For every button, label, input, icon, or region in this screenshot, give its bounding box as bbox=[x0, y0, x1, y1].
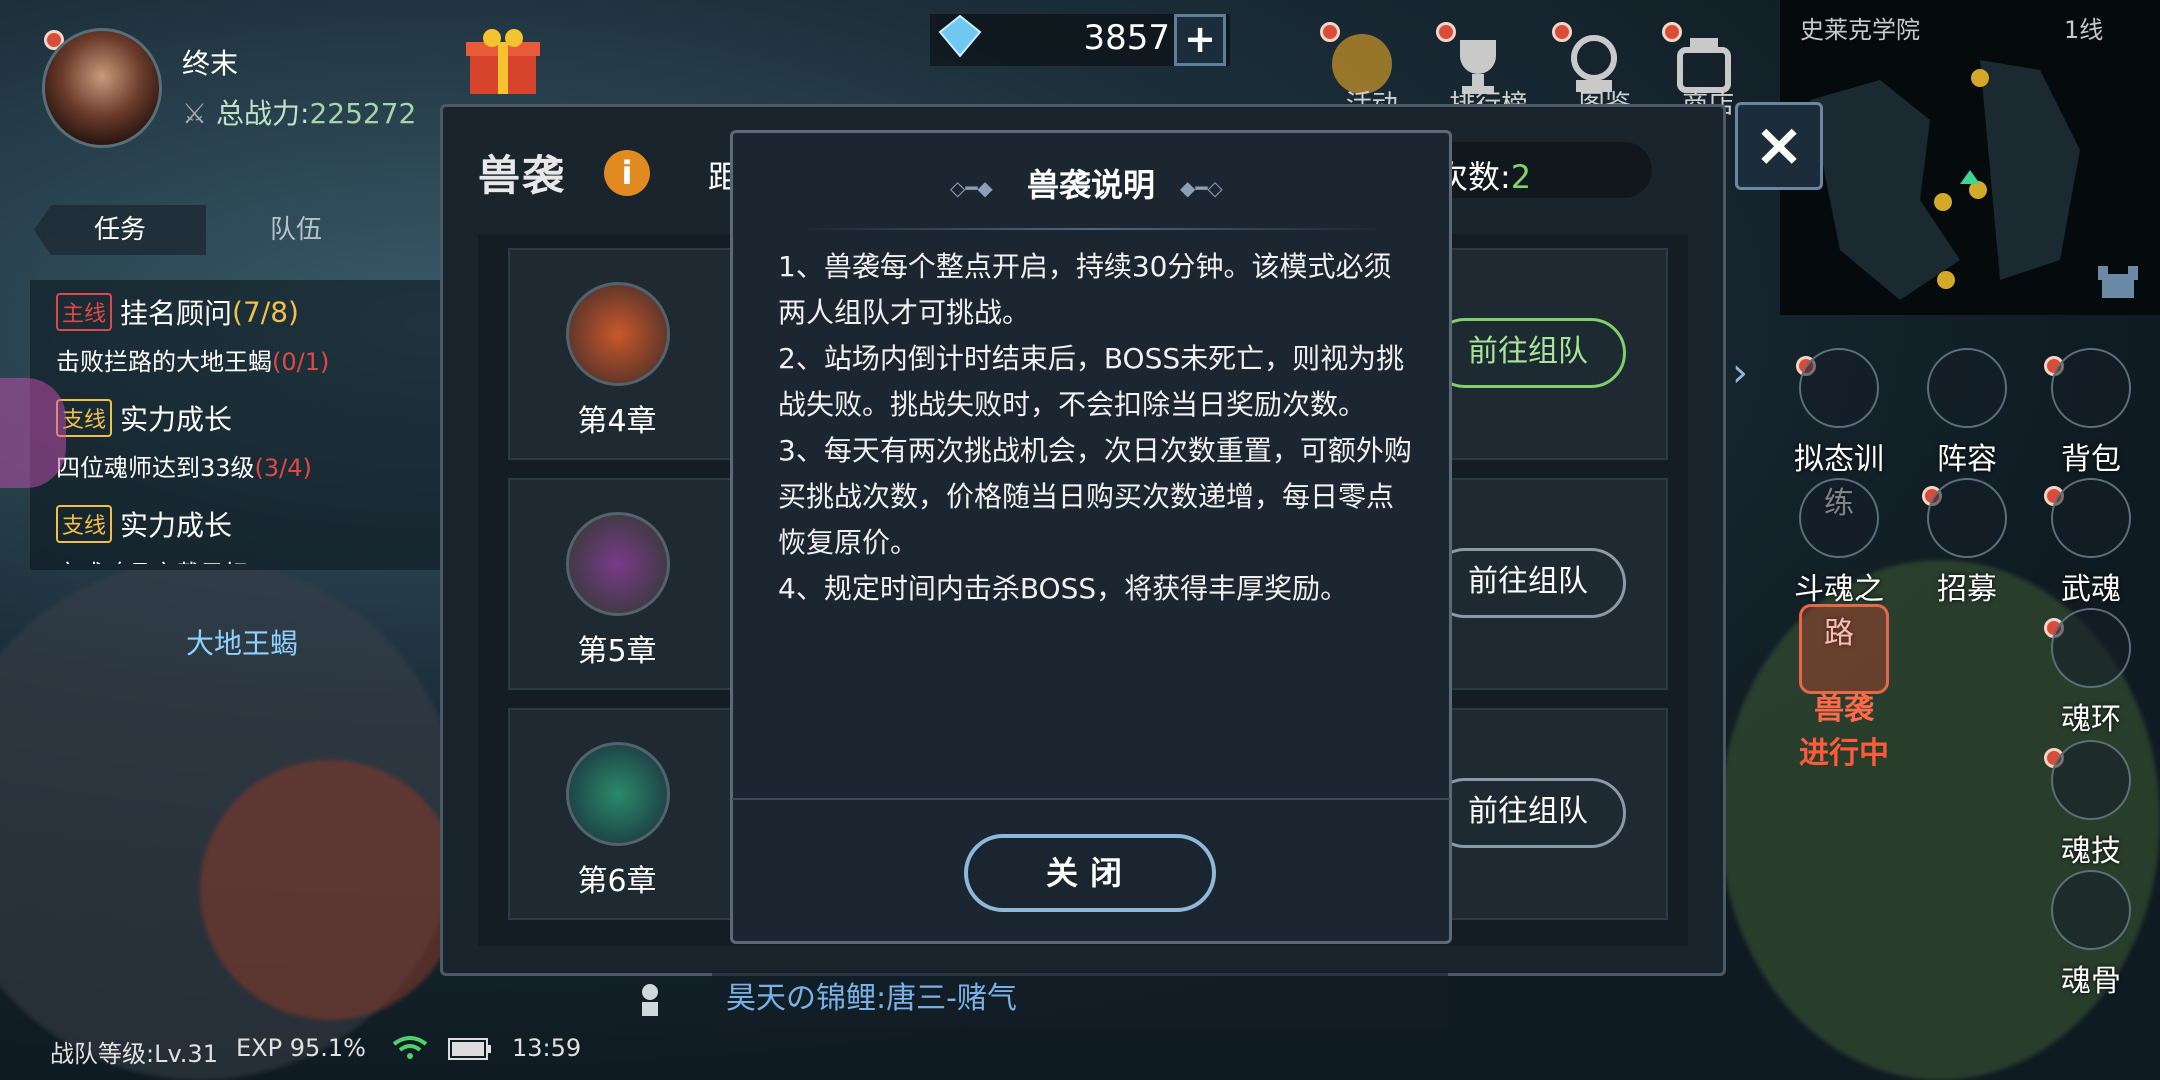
scene-flower bbox=[200, 760, 460, 1020]
menu-backpack[interactable]: 背包 bbox=[2036, 348, 2146, 478]
quest-item[interactable]: 支线实力成长 完成魂骨穿戴目标 bbox=[56, 504, 436, 564]
menu-label: 背包 bbox=[2061, 442, 2121, 477]
goto-team-button[interactable]: 前往组队 bbox=[1430, 548, 1626, 618]
soul-ring-icon bbox=[2051, 608, 2131, 688]
lineup-icon bbox=[1927, 348, 2007, 428]
quest-title: 实力成长 bbox=[120, 509, 233, 542]
menu-label: 阵容 bbox=[1937, 442, 1997, 477]
beast-raid-icon bbox=[1799, 604, 1889, 694]
beast-raid-label: 兽袭 bbox=[1814, 692, 1874, 727]
soul-bone-icon bbox=[2051, 870, 2131, 950]
quest-desc: 四位魂师达到33级(3/4) bbox=[56, 454, 312, 482]
backpack-icon bbox=[2051, 348, 2131, 428]
menu-label: 武魂 bbox=[2061, 572, 2121, 607]
chapter-label: 第6章 bbox=[577, 864, 657, 899]
chevron-right-icon[interactable]: › bbox=[1732, 350, 1762, 410]
quest-title: 实力成长 bbox=[120, 403, 233, 436]
recruit-icon bbox=[1927, 478, 2007, 558]
power-value: 225272 bbox=[309, 97, 417, 130]
chapter-boss-icon bbox=[566, 512, 670, 616]
map-line: 1线 bbox=[2064, 16, 2104, 44]
chapter-label: 第4章 bbox=[577, 404, 657, 439]
close-panel-button[interactable]: × bbox=[1735, 102, 1823, 190]
beast-raid-entry[interactable]: 兽袭 进行中 bbox=[1784, 604, 1904, 772]
menu-soul-bone[interactable]: 魂骨 bbox=[2036, 870, 2146, 1000]
mimic-training-icon bbox=[1799, 348, 1879, 428]
side-event-icon[interactable] bbox=[0, 378, 66, 488]
chapter-label: 第5章 bbox=[577, 634, 657, 669]
chat-icon[interactable] bbox=[630, 980, 670, 1020]
menu-label: 魂环 bbox=[2061, 702, 2121, 737]
chapter-boss-icon bbox=[566, 742, 670, 846]
rule-line: 4、规定时间内击杀BOSS，将获得丰厚奖励。 bbox=[778, 572, 1349, 605]
power-label: 总战力: bbox=[216, 97, 310, 130]
quest-desc: 完成魂骨穿戴目标 bbox=[56, 554, 436, 564]
gift-icon[interactable] bbox=[462, 24, 544, 100]
boss-name: 大地王蝎 bbox=[186, 627, 299, 660]
map-location: 史莱克学院 bbox=[1800, 16, 1920, 44]
battery-icon bbox=[448, 1038, 492, 1060]
total-power: ⚔ 总战力:225272 bbox=[182, 92, 416, 132]
chat-message[interactable]: 昊天の锦鲤:唐三-赌气 bbox=[712, 970, 1448, 1028]
tab-team[interactable]: 队伍 bbox=[210, 205, 382, 255]
martial-soul-icon bbox=[2051, 478, 2131, 558]
castle-icon[interactable] bbox=[2094, 254, 2142, 302]
diamond-icon bbox=[938, 14, 982, 58]
player-name: 终末 bbox=[182, 47, 239, 80]
quest-tag: 主线 bbox=[56, 293, 113, 331]
quest-item[interactable]: 主线 挂名顾问(7/8) 击败拦路的大地王蝎(0/1) bbox=[56, 292, 436, 377]
crossed-swords-icon: ⚔ bbox=[182, 97, 208, 130]
clock-time: 13:59 bbox=[512, 1034, 582, 1062]
diamond-count: 3857 bbox=[1083, 18, 1170, 58]
menu-recruit[interactable]: 招募 bbox=[1912, 478, 2022, 608]
quest-progress: (7/8) bbox=[232, 295, 299, 329]
wifi-icon bbox=[392, 1036, 428, 1060]
exp-value: EXP 95.1% bbox=[236, 1034, 366, 1062]
quest-tag: 支线 bbox=[56, 505, 113, 543]
menu-label: 魂技 bbox=[2061, 834, 2121, 869]
player-avatar[interactable] bbox=[42, 28, 162, 148]
modal-close-button[interactable]: 关闭 bbox=[964, 834, 1216, 912]
quest-title: 挂名顾问 bbox=[120, 297, 233, 330]
menu-soul-skill[interactable]: 魂技 bbox=[2036, 740, 2146, 870]
quest-desc: 击败拦路的大地王蝎(0/1) bbox=[56, 348, 330, 376]
tab-task[interactable]: 任务 bbox=[34, 205, 206, 255]
modal-body: 1、兽袭每个整点开启，持续30分钟。该模式必须两人组队才可挑战。 2、站场内倒计… bbox=[778, 244, 1418, 612]
rule-line: 1、兽袭每个整点开启，持续30分钟。该模式必须两人组队才可挑战。 bbox=[778, 250, 1392, 329]
quest-item[interactable]: 支线 实力成长 四位魂师达到33级(3/4) bbox=[56, 398, 436, 483]
info-icon[interactable]: i bbox=[604, 150, 650, 196]
rule-line: 2、站场内倒计时结束后，BOSS未死亡，则视为挑战失败。挑战失败时，不会扣除当日… bbox=[778, 342, 1405, 421]
beast-raid-status: 进行中 bbox=[1799, 736, 1889, 771]
add-diamond-button[interactable]: + bbox=[1174, 14, 1226, 66]
goto-team-button[interactable]: 前往组队 bbox=[1430, 778, 1626, 848]
modal-title: 兽袭说明 bbox=[1026, 166, 1155, 204]
chapter-boss-icon bbox=[566, 282, 670, 386]
menu-soul-ring[interactable]: 魂环 bbox=[2036, 608, 2146, 738]
modal-divider bbox=[800, 228, 1384, 230]
soul-road-icon bbox=[1799, 478, 1879, 558]
panel-title: 兽袭 bbox=[478, 151, 567, 200]
menu-lineup[interactable]: 阵容 bbox=[1912, 348, 2022, 478]
team-level: 战队等级:Lv.31 bbox=[50, 1040, 218, 1068]
goto-team-button[interactable]: 前往组队 bbox=[1430, 318, 1626, 388]
menu-label: 魂骨 bbox=[2061, 964, 2121, 999]
soul-skill-icon bbox=[2051, 740, 2131, 820]
menu-label: 招募 bbox=[1937, 572, 1997, 607]
rule-line: 3、每天有两次挑战机会，次日次数重置，可额外购买挑战次数，价格随当日购买次数递增… bbox=[778, 434, 1412, 559]
modal-footer-divider bbox=[732, 798, 1450, 800]
menu-martial-soul[interactable]: 武魂 bbox=[2036, 478, 2146, 608]
